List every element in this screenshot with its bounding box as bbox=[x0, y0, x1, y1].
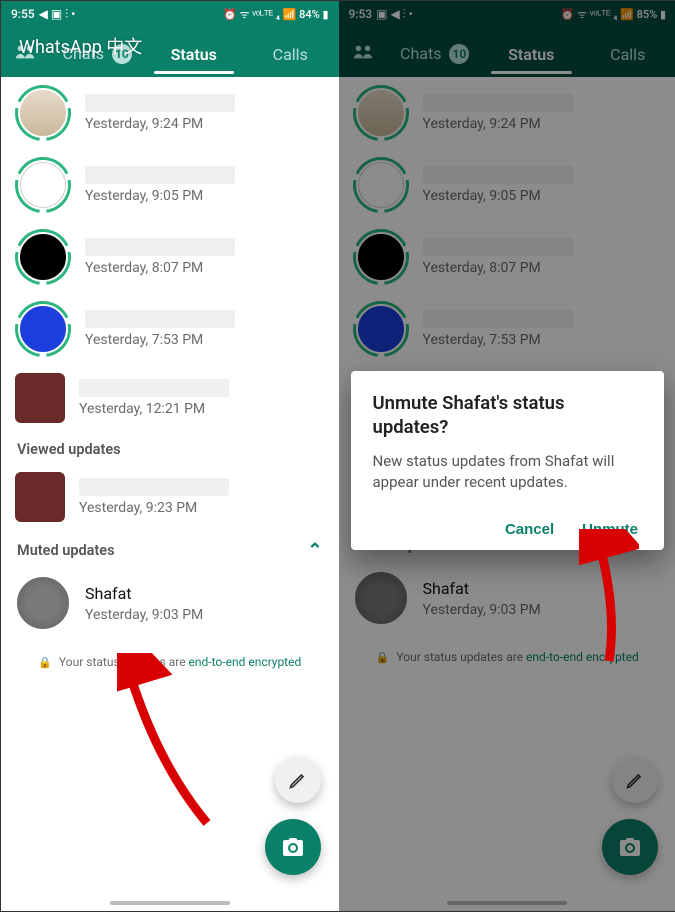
status-ring-icon bbox=[15, 373, 65, 423]
status-row[interactable]: Yesterday, 7:53 PM bbox=[1, 293, 339, 365]
status-time: Yesterday, 7:53 PM bbox=[85, 332, 325, 348]
status-row[interactable]: Yesterday, 7:53 PM bbox=[339, 293, 675, 365]
android-statusbar: 9:53 ▣ ◀ ⫶ • ⏰ ᯤ ᵛᵒᴸᵀᴱ ₄ 📶 85% ▮ bbox=[339, 1, 675, 27]
status-row[interactable]: Yesterday, 12:21 PM bbox=[1, 365, 339, 431]
status-ring-icon bbox=[15, 229, 71, 285]
unmute-button[interactable]: Unmute bbox=[582, 521, 638, 538]
lock-icon: 🔒 bbox=[38, 656, 52, 669]
status-row[interactable]: Yesterday, 9:05 PM bbox=[1, 149, 339, 221]
statusbar-time: 9:53 bbox=[349, 7, 373, 21]
status-name-redacted bbox=[85, 238, 235, 256]
fab-text-status[interactable] bbox=[275, 757, 321, 803]
tab-chats[interactable]: Chats 10 bbox=[387, 30, 484, 74]
status-list: Yesterday, 9:24 PM Yesterday, 9:05 PM Ye… bbox=[1, 77, 339, 685]
status-name-redacted bbox=[85, 94, 235, 112]
status-row[interactable]: Yesterday, 9:24 PM bbox=[1, 77, 339, 149]
status-time: Yesterday, 9:24 PM bbox=[85, 116, 325, 132]
encryption-notice: 🔒 Your status updates are end-to-end enc… bbox=[339, 634, 675, 680]
status-ring-icon bbox=[353, 570, 409, 626]
status-ring-icon bbox=[15, 157, 71, 213]
statusbar-right-icons: ⏰ ᯤ ᵛᵒᴸᵀᴱ ₄ 📶 84% ▮ bbox=[223, 7, 328, 22]
status-name: Shafat bbox=[423, 579, 663, 598]
status-ring-icon bbox=[353, 229, 409, 285]
status-time: Yesterday, 8:07 PM bbox=[85, 260, 325, 276]
unmute-dialog: Unmute Shafat's status updates? New stat… bbox=[351, 371, 665, 550]
status-ring-icon bbox=[353, 85, 409, 141]
status-name-redacted bbox=[423, 310, 573, 328]
status-ring-icon bbox=[15, 575, 71, 631]
status-time: Yesterday, 8:07 PM bbox=[423, 260, 663, 276]
status-row-muted[interactable]: Shafat Yesterday, 9:03 PM bbox=[1, 567, 339, 639]
status-ring-icon bbox=[15, 85, 71, 141]
statusbar-right-icons: ⏰ ᯤ ᵛᵒᴸᵀᴱ ₄ 📶 85% ▮ bbox=[561, 7, 666, 22]
status-name-redacted bbox=[79, 379, 229, 397]
status-ring-icon bbox=[15, 301, 71, 357]
tab-calls[interactable]: Calls bbox=[580, 31, 675, 74]
section-muted-updates[interactable]: Muted updates ⌃ bbox=[1, 530, 339, 567]
chats-unread-badge: 10 bbox=[449, 44, 469, 64]
nav-handle[interactable] bbox=[110, 901, 230, 905]
tab-status[interactable]: Status bbox=[146, 31, 243, 74]
status-time: Yesterday, 12:21 PM bbox=[79, 401, 325, 417]
fab-text-status[interactable] bbox=[612, 757, 658, 803]
status-time: Yesterday, 9:03 PM bbox=[85, 607, 325, 623]
status-ring-icon bbox=[353, 157, 409, 213]
encryption-link[interactable]: end-to-end encrypted bbox=[189, 655, 302, 669]
status-name: Shafat bbox=[85, 584, 325, 603]
cancel-button[interactable]: Cancel bbox=[505, 521, 554, 538]
statusbar-left-icons: ◀ ▣ ⫶ • bbox=[39, 7, 76, 22]
whatsapp-tabs: Chats 10 Status Calls bbox=[339, 27, 675, 77]
section-viewed-updates: Viewed updates bbox=[1, 431, 339, 464]
screenshot-left: 9:55 ◀ ▣ ⫶ • ⏰ ᯤ ᵛᵒᴸᵀᴱ ₄ 📶 84% ▮ WhatsAp… bbox=[1, 1, 339, 911]
status-ring-icon bbox=[353, 301, 409, 357]
article-watermark: WhatsApp 中文 bbox=[19, 33, 142, 59]
tab-calls[interactable]: Calls bbox=[242, 31, 339, 74]
status-row[interactable]: Yesterday, 8:07 PM bbox=[339, 221, 675, 293]
status-time: Yesterday, 7:53 PM bbox=[423, 332, 663, 348]
fab-camera-status[interactable] bbox=[602, 819, 658, 875]
status-row[interactable]: Yesterday, 9:23 PM bbox=[1, 464, 339, 530]
screenshot-right: 9:53 ▣ ◀ ⫶ • ⏰ ᯤ ᵛᵒᴸᵀᴱ ₄ 📶 85% ▮ Chats 1… bbox=[339, 1, 675, 911]
status-name-redacted bbox=[85, 166, 235, 184]
status-name-redacted bbox=[423, 166, 573, 184]
tab-status[interactable]: Status bbox=[483, 31, 580, 74]
status-time: Yesterday, 9:05 PM bbox=[85, 188, 325, 204]
status-row[interactable]: Yesterday, 9:24 PM bbox=[339, 77, 675, 149]
community-icon[interactable] bbox=[339, 43, 387, 61]
status-row-muted[interactable]: Shafat Yesterday, 9:03 PM bbox=[339, 562, 675, 634]
nav-handle[interactable] bbox=[447, 901, 567, 905]
encryption-link[interactable]: end-to-end encrypted bbox=[526, 650, 639, 664]
status-time: Yesterday, 9:24 PM bbox=[423, 116, 663, 132]
chevron-up-icon: ⌃ bbox=[307, 540, 322, 561]
fab-camera-status[interactable] bbox=[265, 819, 321, 875]
status-name-redacted bbox=[79, 478, 229, 496]
status-name-redacted bbox=[85, 310, 235, 328]
status-time: Yesterday, 9:05 PM bbox=[423, 188, 663, 204]
statusbar-time: 9:55 bbox=[11, 7, 35, 21]
dialog-title: Unmute Shafat's status updates? bbox=[373, 391, 643, 439]
dialog-body: New status updates from Shafat will appe… bbox=[373, 451, 643, 493]
status-ring-icon bbox=[15, 472, 65, 522]
statusbar-left-icons: ▣ ◀ ⫶ • bbox=[376, 7, 413, 22]
status-name-redacted bbox=[423, 238, 573, 256]
lock-icon: 🔒 bbox=[376, 651, 390, 664]
android-statusbar: 9:55 ◀ ▣ ⫶ • ⏰ ᯤ ᵛᵒᴸᵀᴱ ₄ 📶 84% ▮ bbox=[1, 1, 339, 27]
encryption-notice: 🔒 Your status updates are end-to-end enc… bbox=[1, 639, 339, 685]
status-time: Yesterday, 9:03 PM bbox=[423, 602, 663, 618]
status-name-redacted bbox=[423, 94, 573, 112]
status-row[interactable]: Yesterday, 9:05 PM bbox=[339, 149, 675, 221]
status-row[interactable]: Yesterday, 8:07 PM bbox=[1, 221, 339, 293]
status-time: Yesterday, 9:23 PM bbox=[79, 500, 325, 516]
